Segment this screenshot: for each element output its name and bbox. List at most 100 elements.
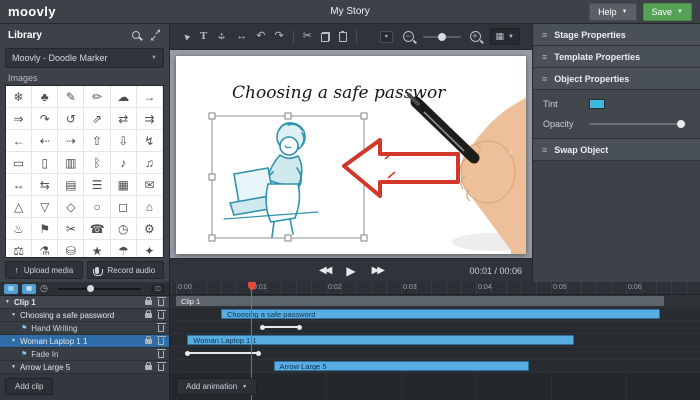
library-asset[interactable]: ▤ [58, 174, 85, 196]
grid-view-button[interactable]: ▦ ▼ [489, 28, 520, 45]
library-asset[interactable]: ⚖ [6, 240, 33, 257]
opacity-slider-knob[interactable] [677, 120, 685, 128]
fit-view-button[interactable]: ◫ [151, 283, 165, 294]
opacity-slider[interactable] [589, 120, 686, 128]
delete-icon[interactable] [157, 322, 166, 332]
library-asset[interactable]: ○ [84, 196, 111, 218]
section-template-properties[interactable]: ≡ Template Properties [533, 46, 700, 68]
redo-icon[interactable]: ↷ [274, 31, 283, 42]
library-asset[interactable]: ⚙ [136, 218, 163, 240]
save-button[interactable]: Save ▼ [642, 2, 692, 21]
section-swap-object[interactable]: ≡ Swap Object [533, 139, 700, 161]
library-asset[interactable]: ♨ [6, 218, 33, 240]
add-clip-button[interactable]: Add clip [5, 378, 54, 395]
text-tool-icon[interactable]: T [200, 31, 207, 42]
timeline-track-row[interactable]: Arrow Large 5 [170, 360, 700, 373]
animation-duration-bar[interactable] [185, 350, 261, 356]
library-asset[interactable]: ✎ [58, 86, 85, 108]
library-asset[interactable]: ☰ [84, 174, 111, 196]
library-asset[interactable]: ◻ [110, 196, 137, 218]
lock-icon[interactable] [145, 296, 152, 305]
copy-icon[interactable] [320, 31, 330, 42]
delete-icon[interactable] [157, 361, 166, 371]
lock-icon[interactable] [145, 361, 152, 370]
section-object-properties[interactable]: ≡ Object Properties [533, 68, 700, 90]
library-asset[interactable]: ↔ [6, 174, 33, 196]
expand-library-icon[interactable] [150, 28, 161, 43]
section-stage-properties[interactable]: ≡ Stage Properties [533, 24, 700, 46]
timeline-bar[interactable]: Choosing a safe password [221, 309, 660, 319]
library-asset[interactable]: ◇ [58, 196, 85, 218]
library-asset[interactable]: ▥ [58, 152, 85, 174]
library-asset[interactable]: ↯ [136, 130, 163, 152]
woman-laptop-object[interactable] [223, 122, 319, 238]
select-tool-icon[interactable]: ► [179, 30, 192, 43]
timeline-track-row[interactable] [170, 321, 700, 334]
library-asset[interactable]: ✏ [84, 86, 111, 108]
timeline-track-row[interactable] [170, 347, 700, 360]
grid-view-button[interactable]: ▦ [22, 283, 36, 294]
delete-icon[interactable] [157, 296, 166, 306]
timeline-layer-row[interactable]: ▼ Arrow Large 5 [0, 361, 169, 374]
library-asset[interactable]: △ [6, 196, 33, 218]
list-view-button[interactable]: ▤ [4, 283, 18, 294]
timeline-bar[interactable]: Woman Laptop 1 1 [187, 335, 574, 345]
caret-down-icon[interactable]: ▼ [11, 338, 16, 344]
caret-down-icon[interactable]: ▼ [5, 299, 10, 305]
timeline-bar[interactable]: Clip 1 [176, 296, 664, 306]
lock-icon[interactable] [145, 335, 152, 344]
library-asset[interactable]: ← [6, 130, 33, 152]
timeline-layer-row[interactable]: ▼ Woman Laptop 1 1 [0, 335, 169, 348]
delete-icon[interactable] [157, 309, 166, 319]
zoom-slider[interactable] [422, 32, 461, 41]
library-asset[interactable]: ⇩ [110, 130, 137, 152]
timeline-track-row[interactable]: Choosing a safe password [170, 308, 700, 321]
library-asset[interactable]: ⇧ [84, 130, 111, 152]
add-animation-button[interactable]: Add animation ▼ [176, 378, 258, 395]
timeline-zoom-knob[interactable] [86, 285, 94, 292]
zoom-out-icon[interactable]: − [402, 31, 414, 42]
caret-down-icon[interactable]: ▼ [11, 364, 16, 370]
library-asset[interactable]: ✂ [58, 218, 85, 240]
timeline-layer-row[interactable]: ⚑ Fade In [0, 348, 169, 361]
delete-icon[interactable] [157, 348, 166, 358]
library-asset[interactable]: ▽ [32, 196, 59, 218]
library-collection-select[interactable]: Moovly - Doodle Marker ▼ [5, 48, 164, 68]
library-asset[interactable]: ▦ [110, 174, 137, 196]
library-asset[interactable]: ◷ [110, 218, 137, 240]
caret-down-icon[interactable]: ▼ [11, 312, 16, 318]
library-asset[interactable]: ⌂ [136, 196, 163, 218]
stretch-tool-icon[interactable]: ↔ [236, 31, 247, 42]
library-asset[interactable]: ⚑ [32, 218, 59, 240]
library-asset[interactable]: ♪ [110, 152, 137, 174]
library-asset[interactable]: ᛒ [84, 152, 111, 174]
library-asset[interactable]: ♣ [32, 86, 59, 108]
search-icon[interactable] [132, 31, 140, 39]
delete-icon[interactable] [157, 335, 166, 345]
timeline-layer-row[interactable]: ▼ Choosing a safe password [0, 309, 169, 322]
library-asset[interactable]: ⇄ [110, 108, 137, 130]
library-asset[interactable]: ⇠ [32, 130, 59, 152]
library-asset[interactable]: ↷ [32, 108, 59, 130]
timeline-track-row[interactable]: Clip 1 [170, 295, 700, 308]
rewind-button[interactable]: ◀◀ [319, 265, 332, 276]
tint-swatch[interactable] [589, 99, 605, 109]
upload-media-button[interactable]: ↑ Upload media [5, 261, 83, 279]
library-asset[interactable]: ☁ [110, 86, 137, 108]
library-asset[interactable]: ▯ [32, 152, 59, 174]
animation-duration-bar[interactable] [260, 324, 302, 330]
library-asset[interactable]: ☎ [84, 218, 111, 240]
timeline-layer-row[interactable]: ▼ Clip 1 [0, 296, 169, 309]
lock-icon[interactable] [145, 309, 152, 318]
library-asset[interactable]: ↺ [58, 108, 85, 130]
stage-canvas[interactable]: Choosing a safe passwor [176, 56, 549, 269]
library-asset[interactable]: ⇢ [58, 130, 85, 152]
timeline-track-row[interactable]: Woman Laptop 1 1 [170, 334, 700, 347]
undo-icon[interactable]: ↶ [256, 31, 265, 42]
library-asset[interactable]: ▭ [6, 152, 33, 174]
zoom-in-icon[interactable]: + [469, 31, 481, 42]
library-asset[interactable]: → [136, 86, 163, 108]
red-arrow-object[interactable] [342, 138, 460, 198]
record-audio-button[interactable]: Record audio [86, 261, 164, 279]
library-asset[interactable]: ✦ [137, 240, 163, 257]
